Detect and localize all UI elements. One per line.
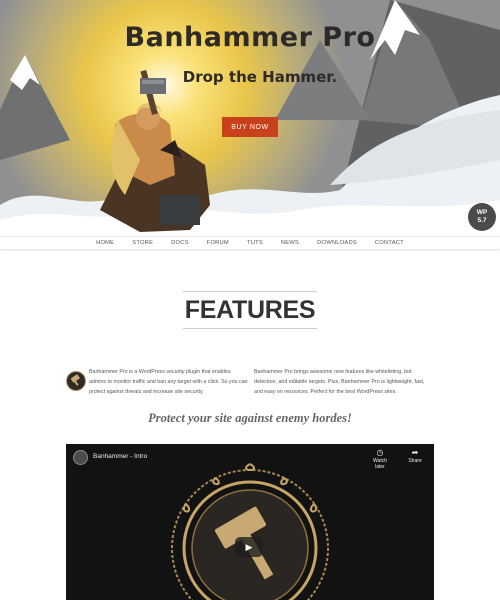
clock-icon: ◷ [376, 448, 384, 457]
share-button[interactable]: ➦ Share [403, 448, 427, 464]
nav-item-downloads[interactable]: DOWNLOADS [308, 240, 366, 246]
play-button[interactable]: ▶ [235, 537, 263, 557]
hero-title: Banhammer Pro [124, 22, 376, 53]
features-heading-wrap: FEATURES [0, 291, 500, 329]
nav-item-news[interactable]: NEWS [272, 240, 308, 246]
watch-later-label: Watch later [373, 458, 387, 470]
wp-badge-version: 5.7 [477, 217, 487, 224]
hammer-badge-icon [66, 371, 86, 391]
nav-item-tuts[interactable]: TUTS [238, 240, 272, 246]
tagline-subheading: Protect your site against enemy hordes! [148, 411, 352, 425]
play-icon: ▶ [245, 541, 253, 552]
main-nav: HOME STORE DOCS FORUM TUTS NEWS DOWNLOAD… [0, 236, 500, 250]
share-arrow-icon: ➦ [411, 448, 419, 457]
hero-banner: Banhammer Pro Drop the Hammer. BUY NOW W… [0, 0, 500, 236]
hero-tagline: Drop the Hammer. [182, 68, 338, 86]
wp-version-badge[interactable]: WP 5.7 [468, 203, 496, 231]
share-label: Share [408, 458, 422, 464]
features-heading: FEATURES [182, 291, 318, 329]
nav-item-docs[interactable]: DOCS [162, 240, 198, 246]
watch-later-button[interactable]: ◷ Watch later [368, 448, 392, 470]
buy-now-button[interactable]: BUY NOW [222, 117, 278, 137]
video-player[interactable]: Banhammer - Intro ◷ Watch later ➦ Share [66, 444, 434, 600]
nav-item-home[interactable]: HOME [87, 240, 123, 246]
nav-item-store[interactable]: STORE [123, 240, 162, 246]
feature-text-right: Banhammer Pro brings awesome new feature… [254, 369, 425, 395]
wp-badge-label: WP [476, 209, 488, 216]
feature-text-left: Banhammer Pro is a WordPress security pl… [89, 369, 248, 395]
nav-item-forum[interactable]: FORUM [198, 240, 238, 246]
nav-item-contact[interactable]: CONTACT [366, 240, 413, 246]
video-title[interactable]: Banhammer - Intro [93, 453, 147, 460]
channel-avatar[interactable] [73, 450, 88, 465]
